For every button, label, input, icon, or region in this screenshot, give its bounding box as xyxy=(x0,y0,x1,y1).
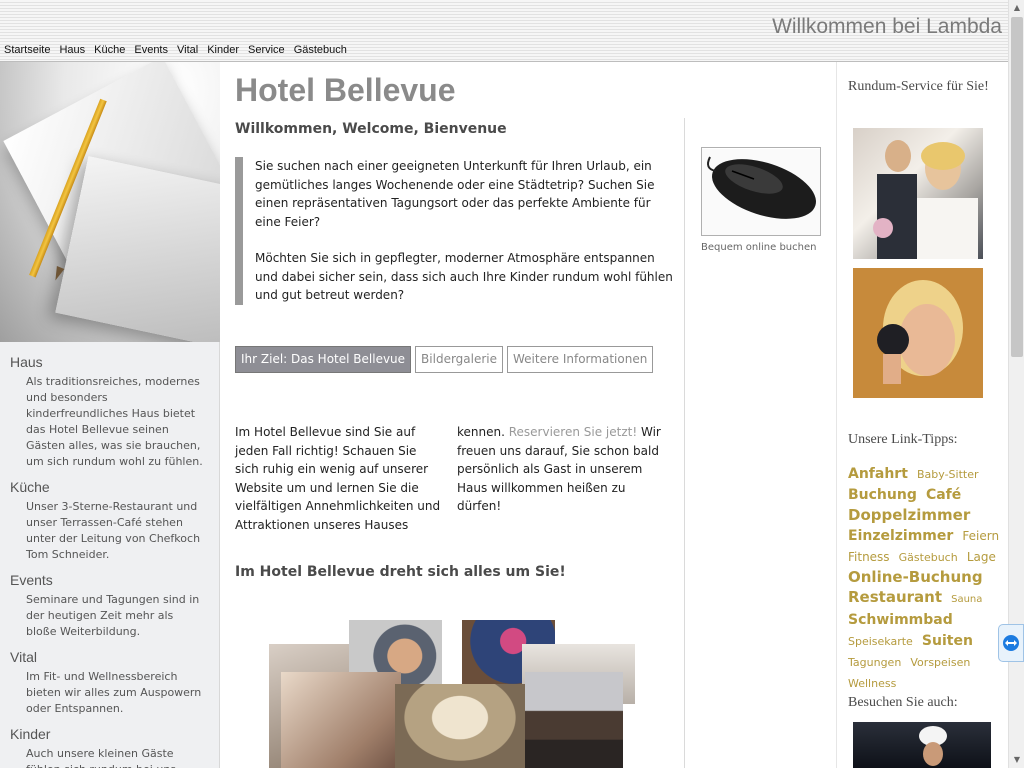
tag-link[interactable]: Einzelzimmer xyxy=(848,528,953,544)
reserve-link[interactable]: Reservieren Sie jetzt! xyxy=(509,425,637,439)
section-title[interactable]: Events xyxy=(10,572,209,588)
nav-events[interactable]: Events xyxy=(134,44,168,56)
section-text: Seminare und Tagungen sind in der heutig… xyxy=(26,593,200,638)
woman-mirror-photo[interactable] xyxy=(853,268,983,398)
section-heading: Im Hotel Bellevue dreht sich alles um Si… xyxy=(235,564,566,580)
section-events[interactable]: Events Seminare und Tagungen sind in der… xyxy=(10,572,209,640)
scroll-thumb[interactable] xyxy=(1011,17,1023,357)
section-text: Unser 3-Sterne-Restaurant und unser Terr… xyxy=(26,500,201,561)
tag-link[interactable]: Wellness xyxy=(848,677,896,690)
tag-link[interactable]: Schwimmbad xyxy=(848,612,953,628)
tag-link[interactable]: Baby-Sitter xyxy=(917,468,979,481)
main-nav: Startseite Haus Küche Events Vital Kinde… xyxy=(4,44,356,56)
nav-startseite[interactable]: Startseite xyxy=(4,44,50,56)
nav-gaestebuch[interactable]: Gästebuch xyxy=(294,44,347,56)
quote-paragraph: Möchten Sie sich in gepflegter, moderner… xyxy=(255,251,673,302)
page-header: Willkommen bei Lambda Startseite Haus Kü… xyxy=(0,0,1008,62)
wedding-photo[interactable] xyxy=(853,128,983,259)
nav-service[interactable]: Service xyxy=(248,44,285,56)
tag-link[interactable]: Lage xyxy=(967,550,996,564)
tag-link[interactable]: Buchung xyxy=(848,487,917,503)
main-content: Hotel Bellevue Willkommen, Welcome, Bien… xyxy=(235,62,830,768)
chef-photo[interactable] xyxy=(853,722,991,768)
tag-link[interactable]: Doppelzimmer xyxy=(848,506,970,524)
tab-ziel[interactable]: Ihr Ziel: Das Hotel Bellevue xyxy=(235,346,412,373)
section-text: Im Fit- und Wellnessbereich bieten wir a… xyxy=(26,670,202,715)
scroll-up-icon[interactable]: ▲ xyxy=(1009,0,1024,16)
right-sidebar: Rundum-Service für Sie! Unsere Link-Tipp… xyxy=(836,62,1008,768)
tag-link[interactable]: Vorspeisen xyxy=(910,656,970,669)
section-title[interactable]: Vital xyxy=(10,649,209,665)
nav-kinder[interactable]: Kinder xyxy=(207,44,239,56)
visit-heading: Besuchen Sie auch: xyxy=(848,695,958,710)
section-text: Als traditionsreiches, modernes und beso… xyxy=(26,375,203,468)
tag-link[interactable]: Tagungen xyxy=(848,656,901,669)
quote-paragraph: Sie suchen nach einer geeigneten Unterku… xyxy=(255,159,655,229)
nav-kueche[interactable]: Küche xyxy=(94,44,125,56)
tag-link[interactable]: Café xyxy=(926,487,961,503)
section-vital[interactable]: Vital Im Fit- und Wellnessbereich bieten… xyxy=(10,649,209,717)
column-divider xyxy=(684,118,685,768)
page-subtitle: Willkommen, Welcome, Bienvenue xyxy=(235,121,507,137)
section-text: Auch unsere kleinen Gäste fühlen sich ru… xyxy=(26,747,176,768)
page-title: Hotel Bellevue xyxy=(235,72,456,108)
section-haus[interactable]: Haus Als traditionsreiches, modernes und… xyxy=(10,354,209,470)
section-title[interactable]: Küche xyxy=(10,479,209,495)
welcome-text: Willkommen bei Lambda xyxy=(772,15,1002,38)
links-heading: Unsere Link-Tipps: xyxy=(848,432,958,447)
tag-link[interactable]: Feiern xyxy=(962,529,999,543)
tab-bar: Ihr Ziel: Das Hotel Bellevue Bildergaler… xyxy=(235,346,657,373)
photo-collage[interactable] xyxy=(269,620,639,768)
collage-photo-mirror xyxy=(395,684,525,768)
pencil-paper-photo xyxy=(0,62,220,342)
collage-photo-relax xyxy=(281,672,401,768)
tag-link[interactable]: Suiten xyxy=(922,633,973,649)
section-title[interactable]: Haus xyxy=(10,354,209,370)
tag-link[interactable]: Fitness xyxy=(848,550,890,564)
tab-bildergalerie[interactable]: Bildergalerie xyxy=(415,346,504,373)
tag-link[interactable]: Online-Buchung xyxy=(848,568,983,586)
tag-link[interactable]: Speisekarte xyxy=(848,635,913,648)
nav-vital[interactable]: Vital xyxy=(177,44,198,56)
tag-link[interactable]: Gästebuch xyxy=(899,551,958,564)
body-text-start: Im Hotel Bellevue sind Sie auf jeden Fal… xyxy=(235,425,509,532)
section-kinder[interactable]: Kinder Auch unsere kleinen Gäste fühlen … xyxy=(10,726,209,768)
intro-quote: Sie suchen nach einer geeigneten Unterku… xyxy=(235,157,675,305)
tag-cloud: Anfahrt Baby-Sitter Buchung Café Doppelz… xyxy=(848,463,1006,693)
tag-link[interactable]: Anfahrt xyxy=(848,466,908,482)
service-heading: Rundum-Service für Sie! xyxy=(848,79,989,94)
collage-photo-meeting xyxy=(525,672,623,768)
teamviewer-icon[interactable] xyxy=(998,624,1024,662)
left-sidebar: Haus Als traditionsreiches, modernes und… xyxy=(0,62,220,768)
tab-weitere-informationen[interactable]: Weitere Informationen xyxy=(507,346,654,373)
section-kueche[interactable]: Küche Unser 3-Sterne-Restaurant und unse… xyxy=(10,479,209,563)
tag-link[interactable]: Sauna xyxy=(951,594,982,605)
image-caption[interactable]: Bequem online buchen xyxy=(701,242,816,253)
mouse-image[interactable] xyxy=(701,147,821,236)
tag-link[interactable]: Restaurant xyxy=(848,588,942,606)
scroll-down-icon[interactable]: ▼ xyxy=(1009,752,1024,768)
section-list: Haus Als traditionsreiches, modernes und… xyxy=(0,342,219,768)
section-title[interactable]: Kinder xyxy=(10,726,209,742)
nav-haus[interactable]: Haus xyxy=(59,44,85,56)
intro-body: Im Hotel Bellevue sind Sie auf jeden Fal… xyxy=(235,423,665,534)
